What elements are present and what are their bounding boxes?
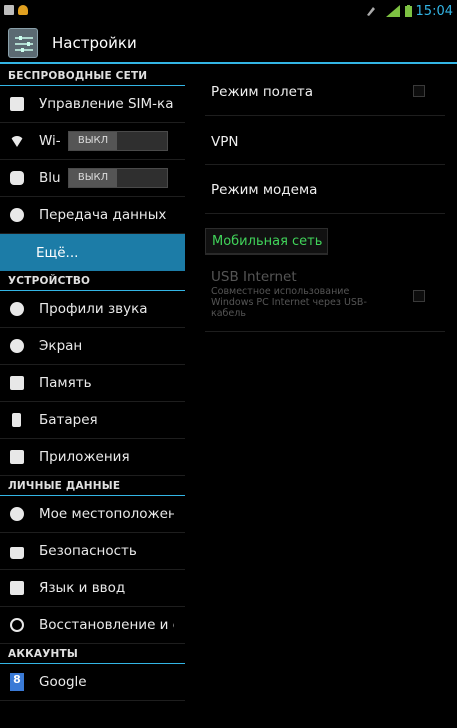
clock: 15:04: [415, 3, 453, 19]
vpn-item[interactable]: VPN: [205, 116, 445, 165]
sidebar-item-backup[interactable]: Восстановление и с: [0, 607, 185, 644]
sidebar-item-apps[interactable]: Приложения: [0, 439, 185, 476]
status-bar: 15:04: [0, 0, 457, 22]
section-header-wireless: БЕСПРОВОДНЫЕ СЕТИ: [0, 66, 185, 86]
sidebar-item-label: Передача данных: [39, 207, 167, 223]
wifi-toggle[interactable]: ВЫКЛ: [68, 131, 168, 151]
sidebar-item-label: Google: [39, 674, 87, 690]
sidebar-item-security[interactable]: Безопасность: [0, 533, 185, 570]
section-header-device: УСТРОЙСТВО: [0, 271, 185, 291]
data-usage-icon: [10, 208, 24, 222]
warning-icon: [18, 5, 28, 15]
signal-icon: [385, 5, 400, 17]
lock-icon: [10, 547, 24, 559]
keyboard-icon: [10, 581, 24, 595]
sidebar-item-location[interactable]: Мое местоположени: [0, 496, 185, 533]
sidebar-item-label: Батарея: [39, 412, 98, 428]
sidebar-item-label: Приложения: [39, 449, 130, 465]
airplane-mode-label: Режим полета: [211, 84, 314, 100]
sidebar-item-data-usage[interactable]: Передача данных: [0, 197, 185, 234]
usb-internet-checkbox[interactable]: [413, 290, 425, 302]
sidebar-item-label: Профили звука: [39, 301, 148, 317]
settings-sidebar: БЕСПРОВОДНЫЕ СЕТИ Управление SIM-кар Wi-…: [0, 66, 185, 728]
toggle-state: ВЫКЛ: [69, 169, 117, 187]
sidebar-item-battery[interactable]: Батарея: [0, 402, 185, 439]
sound-icon: [10, 302, 24, 316]
airplane-mode-item[interactable]: Режим полета: [205, 66, 445, 116]
more-settings-pane: Режим полета VPN Режим модема Мобильная …: [185, 66, 457, 728]
sidebar-item-display[interactable]: Экран: [0, 328, 185, 365]
wifi-icon: [10, 135, 24, 147]
display-icon: [10, 339, 24, 353]
sidebar-item-label: Экран: [39, 338, 83, 354]
section-header-personal: ЛИЧНЫЕ ДАННЫЕ: [0, 476, 185, 496]
location-icon: [10, 507, 24, 521]
sidebar-item-sim[interactable]: Управление SIM-кар: [0, 86, 185, 123]
backup-icon: [10, 618, 24, 632]
sidebar-item-label: Безопасность: [39, 543, 137, 559]
sidebar-item-label: Blu: [39, 170, 61, 186]
sidebar-item-language[interactable]: Язык и ввод: [0, 570, 185, 607]
sidebar-item-label: Управление SIM-кар: [39, 96, 174, 112]
google-icon: 8: [10, 673, 24, 691]
usb-internet-summary: Совместное использование Windows PC Inte…: [211, 286, 367, 319]
sidebar-item-label: Язык и ввод: [39, 580, 126, 596]
sidebar-item-more[interactable]: Ещё...: [0, 234, 185, 271]
sidebar-item-label: Мое местоположени: [39, 506, 174, 522]
vpn-label: VPN: [211, 134, 239, 150]
settings-app-icon[interactable]: [8, 28, 38, 58]
toggle-state: ВЫКЛ: [69, 132, 117, 150]
tethering-item[interactable]: Режим модема: [205, 165, 445, 214]
usb-internet-item[interactable]: USB Internet Совместное использование Wi…: [205, 262, 445, 332]
sidebar-item-label: Память: [39, 375, 92, 391]
mobile-network-label: Мобильная сеть: [212, 234, 323, 249]
battery-icon: [12, 413, 21, 427]
sidebar-item-label: Wi-: [39, 133, 61, 149]
section-header-accounts: АККАУНТЫ: [0, 644, 185, 664]
mobile-network-item[interactable]: Мобильная сеть: [205, 228, 328, 255]
action-bar: Настройки: [0, 22, 457, 64]
tethering-label: Режим модема: [211, 182, 318, 198]
apps-icon: [10, 450, 24, 464]
bluetooth-toggle[interactable]: ВЫКЛ: [68, 168, 168, 188]
sidebar-item-label: Восстановление и с: [39, 617, 174, 633]
sidebar-item-wifi[interactable]: Wi- ВЫКЛ: [0, 123, 185, 160]
bluetooth-icon: [10, 171, 24, 185]
sidebar-item-storage[interactable]: Память: [0, 365, 185, 402]
mute-icon: [366, 7, 375, 16]
sidebar-item-sound[interactable]: Профили звука: [0, 291, 185, 328]
usb-internet-label: USB Internet: [211, 269, 297, 285]
sidebar-item-label: Ещё...: [36, 244, 79, 261]
image-icon: [4, 5, 14, 15]
page-title: Настройки: [52, 34, 137, 52]
sim-card-icon: [10, 97, 24, 111]
storage-icon: [10, 376, 24, 390]
sidebar-item-google[interactable]: 8 Google: [0, 664, 185, 701]
battery-icon: [404, 5, 412, 17]
airplane-mode-checkbox[interactable]: [413, 85, 425, 97]
sidebar-item-bluetooth[interactable]: Blu ВЫКЛ: [0, 160, 185, 197]
